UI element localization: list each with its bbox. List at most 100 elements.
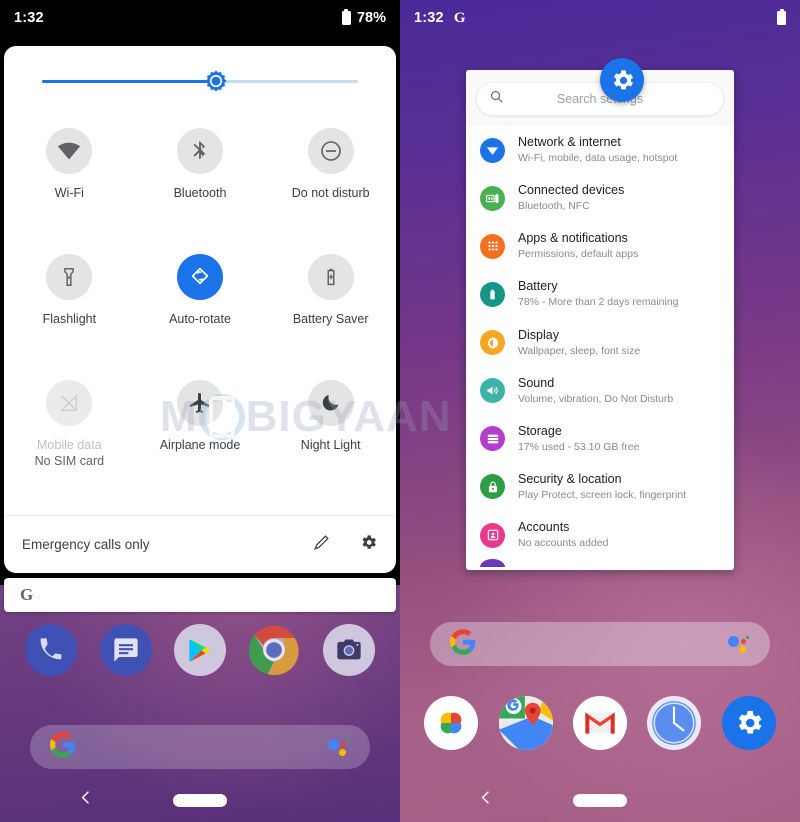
settings-item-partial[interactable]	[466, 559, 734, 568]
settings-item-title: Security & location	[518, 471, 622, 486]
settings-item-security[interactable]: Security & location Play Protect, screen…	[466, 463, 734, 511]
brightness-icon[interactable]	[204, 70, 227, 93]
brightness-slider-fill	[42, 79, 216, 83]
airplane-icon	[177, 380, 223, 426]
settings-item-display[interactable]: Display Wallpaper, sleep, font size	[466, 319, 734, 367]
google-g-icon	[450, 628, 476, 660]
settings-item-subtitle: Volume, vibration, Do Not Disturb	[518, 392, 674, 405]
battery-saver-icon	[307, 254, 354, 300]
tile-bluetooth[interactable]: Bluetooth	[135, 120, 266, 246]
google-search-pill[interactable]	[430, 622, 770, 666]
tile-sublabel: No SIM card	[34, 454, 105, 469]
tile-mobile-data[interactable]: Mobile data No SIM card	[4, 372, 135, 498]
battery-icon	[777, 8, 786, 25]
footer-icon-group	[312, 533, 378, 557]
play-store-app-icon[interactable]	[173, 624, 226, 676]
dual-phone-screenshot: 1:32 78% Wi-Fi Bluetooth Do not disturb …	[0, 0, 800, 822]
quick-settings-tiles: Wi-Fi Bluetooth Do not disturb Flashligh…	[4, 116, 396, 515]
gear-icon[interactable]	[359, 533, 378, 557]
left-phone-screen: 1:32 78% Wi-Fi Bluetooth Do not disturb …	[0, 0, 400, 822]
settings-item-title: Display	[518, 327, 559, 342]
photos-app-icon[interactable]	[424, 696, 479, 750]
google-assistant-icon	[728, 635, 750, 653]
home-pill[interactable]	[573, 793, 627, 807]
google-g-icon	[50, 731, 76, 763]
do-not-disturb-icon	[307, 128, 354, 174]
messages-app-icon[interactable]	[99, 624, 152, 676]
tile-auto-rotate[interactable]: Auto-rotate	[135, 246, 266, 372]
settings-item-storage[interactable]: Storage 17% used - 53.10 GB free	[466, 415, 734, 463]
settings-item-text: Battery 78% - More than 2 days remaining	[518, 279, 679, 309]
google-search-widget[interactable]: G	[4, 578, 396, 612]
settings-item-sound[interactable]: Sound Volume, vibration, Do Not Disturb	[466, 367, 734, 415]
settings-item-accounts[interactable]: Accounts No accounts added	[466, 511, 734, 559]
tile-label: Mobile data	[37, 438, 102, 452]
settings-item-text: Display Wallpaper, sleep, font size	[518, 328, 640, 358]
right-status-bar: 1:32 G	[400, 0, 800, 36]
settings-item-subtitle: Wi-Fi, mobile, data usage, hotspot	[518, 152, 678, 164]
settings-item-subtitle: Play Protect, screen lock, fingerprint	[518, 488, 687, 501]
tile-label: Airplane mode	[159, 438, 241, 452]
settings-item-text: Network & internet Wi-Fi, mobile, data u…	[518, 135, 677, 165]
maps-app-icon[interactable]	[498, 696, 553, 750]
search-settings-input[interactable]: Search settings	[476, 82, 724, 116]
google-assistant-icon	[328, 738, 350, 756]
tile-do-not-disturb[interactable]: Do not disturb	[265, 120, 396, 246]
tile-row: Wi-Fi Bluetooth Do not disturb	[4, 120, 396, 246]
battery-icon	[341, 8, 351, 25]
brightness-slider[interactable]	[42, 70, 358, 92]
settings-item-subtitle: Permissions, default apps	[518, 248, 639, 261]
settings-app-icon[interactable]	[721, 696, 776, 750]
settings-item-network[interactable]: Network & internet Wi-Fi, mobile, data u…	[466, 126, 734, 174]
tile-row: Mobile data No SIM card Airplane mode Ni…	[4, 372, 396, 498]
partial-item-icon	[480, 559, 505, 568]
tile-battery-saver[interactable]: Battery Saver	[265, 246, 396, 372]
clock-app-icon[interactable]	[647, 696, 702, 750]
settings-item-title: Accounts	[518, 520, 570, 534]
tile-label: Night Light	[300, 438, 361, 452]
settings-item-subtitle: 78% - More than 2 days remaining	[518, 296, 679, 309]
battery-percent: 78%	[356, 10, 386, 26]
gmail-app-icon[interactable]	[572, 696, 627, 750]
carrier-status-text: Emergency calls only	[22, 537, 150, 552]
settings-gear-icon	[600, 58, 644, 102]
search-placeholder: Search settings	[556, 92, 644, 106]
mobile-data-off-icon	[46, 380, 93, 426]
settings-panel: Search settings Network & internet Wi-Fi…	[466, 70, 734, 570]
quick-settings-footer: Emergency calls only	[4, 515, 396, 573]
settings-item-subtitle: 17% used - 53.10 GB free	[518, 440, 640, 453]
back-icon[interactable]	[478, 790, 494, 811]
settings-item-title: Apps & notifications	[518, 231, 628, 246]
pencil-icon[interactable]	[312, 533, 331, 557]
google-search-pill[interactable]	[30, 725, 370, 769]
right-navigation-bar	[400, 778, 800, 822]
settings-item-connected-devices[interactable]: Connected devices Bluetooth, NFC	[466, 174, 734, 222]
network-icon	[480, 137, 505, 163]
phone-app-icon[interactable]	[25, 624, 78, 676]
settings-item-text: Connected devices Bluetooth, NFC	[518, 183, 624, 213]
tile-flashlight[interactable]: Flashlight	[4, 246, 135, 372]
back-icon[interactable]	[78, 790, 94, 811]
left-status-bar: 1:32 78%	[0, 0, 400, 36]
auto-rotate-icon	[177, 254, 223, 300]
settings-item-subtitle: Bluetooth, NFC	[518, 200, 590, 213]
right-phone-screen: 1:32 G Search settings Network & interne…	[400, 0, 800, 822]
chrome-app-icon[interactable]	[248, 624, 300, 676]
settings-item-text: Storage 17% used - 53.10 GB free	[518, 424, 639, 454]
settings-item-apps[interactable]: Apps & notifications Permissions, defaul…	[466, 222, 734, 270]
tile-wifi[interactable]: Wi-Fi	[4, 120, 135, 246]
sound-icon	[480, 378, 505, 404]
settings-list: Network & internet Wi-Fi, mobile, data u…	[466, 126, 734, 568]
bluetooth-icon	[177, 128, 223, 174]
tile-label: Do not disturb	[291, 186, 370, 200]
tile-night-light[interactable]: Night Light	[265, 372, 396, 498]
brightness-row	[4, 46, 396, 116]
tile-row: Flashlight Auto-rotate Battery Saver	[4, 246, 396, 372]
home-pill[interactable]	[173, 793, 227, 807]
tile-airplane-mode[interactable]: Airplane mode	[135, 372, 266, 498]
settings-item-battery[interactable]: Battery 78% - More than 2 days remaining	[466, 270, 734, 318]
tile-label: Bluetooth	[173, 186, 227, 200]
settings-item-title: Sound	[518, 375, 555, 390]
battery-icon	[480, 281, 505, 307]
camera-app-icon[interactable]	[322, 624, 375, 676]
